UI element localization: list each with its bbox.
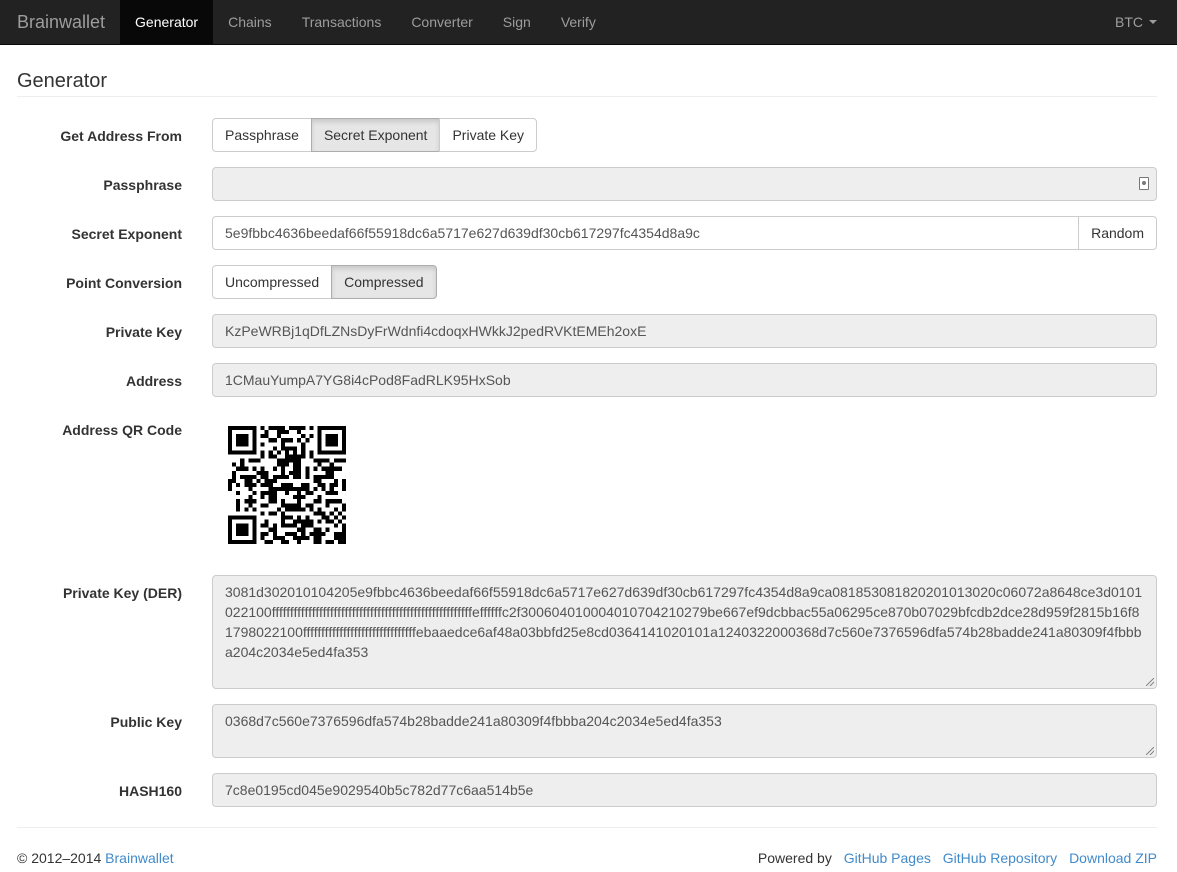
nav-converter[interactable]: Converter bbox=[396, 0, 487, 44]
currency-label: BTC bbox=[1115, 14, 1143, 30]
public-key-textarea[interactable]: 0368d7c560e7376596dfa574b28badde241a8030… bbox=[212, 704, 1157, 758]
powered-by-text: Powered by bbox=[757, 850, 832, 866]
resize-handle-icon[interactable] bbox=[1146, 678, 1154, 686]
label-public-key: Public Key bbox=[110, 714, 182, 730]
private-key-option-button[interactable]: Private Key bbox=[439, 118, 538, 152]
passphrase-input[interactable] bbox=[212, 167, 1157, 201]
address-source-toggle: Passphrase Secret Exponent Private Key bbox=[212, 118, 538, 152]
copyright-text: © 2012–2014 bbox=[17, 850, 106, 866]
uncompressed-option-button[interactable]: Uncompressed bbox=[212, 265, 333, 299]
label-private-key: Private Key bbox=[105, 324, 182, 340]
footer-right: Powered by GitHub Pages GitHub Repositor… bbox=[758, 850, 1157, 866]
row-qr-code: Address QR Code bbox=[0, 412, 1177, 438]
random-button[interactable]: Random bbox=[1078, 216, 1157, 250]
secret-exponent-input[interactable]: 5e9fbbc4636beedaf66f55918dc6a5717e627d63… bbox=[212, 216, 1080, 250]
caret-down-icon bbox=[1149, 20, 1157, 24]
label-private-key-der: Private Key (DER) bbox=[62, 585, 182, 601]
passphrase-option-button[interactable]: Passphrase bbox=[212, 118, 312, 152]
row-secret-exponent: Secret Exponent 5e9fbbc4636beedaf66f5591… bbox=[0, 216, 1177, 250]
github-pages-link[interactable]: GitHub Pages bbox=[844, 850, 931, 866]
row-address: Address 1CMauYumpA7YG8i4cPod8FadRLK95HxS… bbox=[0, 363, 1177, 397]
row-get-address-from: Get Address From Passphrase Secret Expon… bbox=[0, 118, 1177, 152]
hash160-field[interactable]: 7c8e0195cd045e9029540b5c782d77c6aa514b5e bbox=[212, 773, 1157, 807]
contact-card-icon bbox=[1139, 177, 1149, 190]
private-key-der-value: 3081d302010104205e9fbbc4636beedaf66f5591… bbox=[225, 584, 1143, 660]
label-address-qr-code: Address QR Code bbox=[62, 422, 182, 438]
public-key-value: 0368d7c560e7376596dfa574b28badde241a8030… bbox=[225, 713, 722, 729]
row-point-conversion: Point Conversion Uncompressed Compressed bbox=[0, 265, 1177, 299]
point-conversion-toggle: Uncompressed Compressed bbox=[212, 265, 437, 299]
main-nav: Generator Chains Transactions Converter … bbox=[120, 0, 611, 44]
private-key-der-textarea[interactable]: 3081d302010104205e9fbbc4636beedaf66f5591… bbox=[212, 575, 1157, 689]
address-qr-code bbox=[228, 426, 346, 544]
github-repository-link[interactable]: GitHub Repository bbox=[943, 850, 1057, 866]
compressed-option-button[interactable]: Compressed bbox=[331, 265, 437, 299]
label-get-address-from: Get Address From bbox=[60, 128, 182, 144]
top-navbar: Brainwallet Generator Chains Transaction… bbox=[0, 0, 1177, 45]
row-public-key: Public Key 0368d7c560e7376596dfa574b28ba… bbox=[0, 704, 1177, 758]
private-key-field[interactable]: KzPeWRBj1qDfLZNsDyFrWdnfi4cdoqxHWkkJ2ped… bbox=[212, 314, 1157, 348]
currency-dropdown[interactable]: BTC bbox=[1115, 0, 1157, 44]
footer-brainwallet-link[interactable]: Brainwallet bbox=[105, 850, 173, 866]
row-passphrase: Passphrase bbox=[0, 167, 1177, 201]
footer-left: © 2012–2014 Brainwallet bbox=[17, 850, 174, 866]
label-hash160: HASH160 bbox=[118, 783, 182, 799]
page-footer: © 2012–2014 Brainwallet Powered by GitHu… bbox=[17, 827, 1157, 866]
download-zip-link[interactable]: Download ZIP bbox=[1069, 850, 1157, 866]
label-passphrase: Passphrase bbox=[103, 177, 182, 193]
row-private-key: Private Key KzPeWRBj1qDfLZNsDyFrWdnfi4cd… bbox=[0, 314, 1177, 348]
label-secret-exponent: Secret Exponent bbox=[71, 226, 182, 242]
brand-link[interactable]: Brainwallet bbox=[0, 0, 120, 44]
row-der: Private Key (DER) 3081d302010104205e9fbb… bbox=[0, 575, 1177, 689]
nav-verify[interactable]: Verify bbox=[546, 0, 611, 44]
nav-chains[interactable]: Chains bbox=[213, 0, 287, 44]
label-address: Address bbox=[125, 373, 182, 389]
nav-generator[interactable]: Generator bbox=[120, 0, 214, 44]
label-point-conversion: Point Conversion bbox=[66, 275, 182, 291]
address-field[interactable]: 1CMauYumpA7YG8i4cPod8FadRLK95HxSob bbox=[212, 363, 1157, 397]
secret-exponent-option-button[interactable]: Secret Exponent bbox=[310, 118, 441, 152]
row-hash160: HASH160 7c8e0195cd045e9029540b5c782d77c6… bbox=[0, 773, 1177, 807]
resize-handle-icon[interactable] bbox=[1146, 747, 1154, 755]
page-title: Generator bbox=[17, 71, 1157, 97]
nav-transactions[interactable]: Transactions bbox=[287, 0, 397, 44]
nav-sign[interactable]: Sign bbox=[488, 0, 546, 44]
